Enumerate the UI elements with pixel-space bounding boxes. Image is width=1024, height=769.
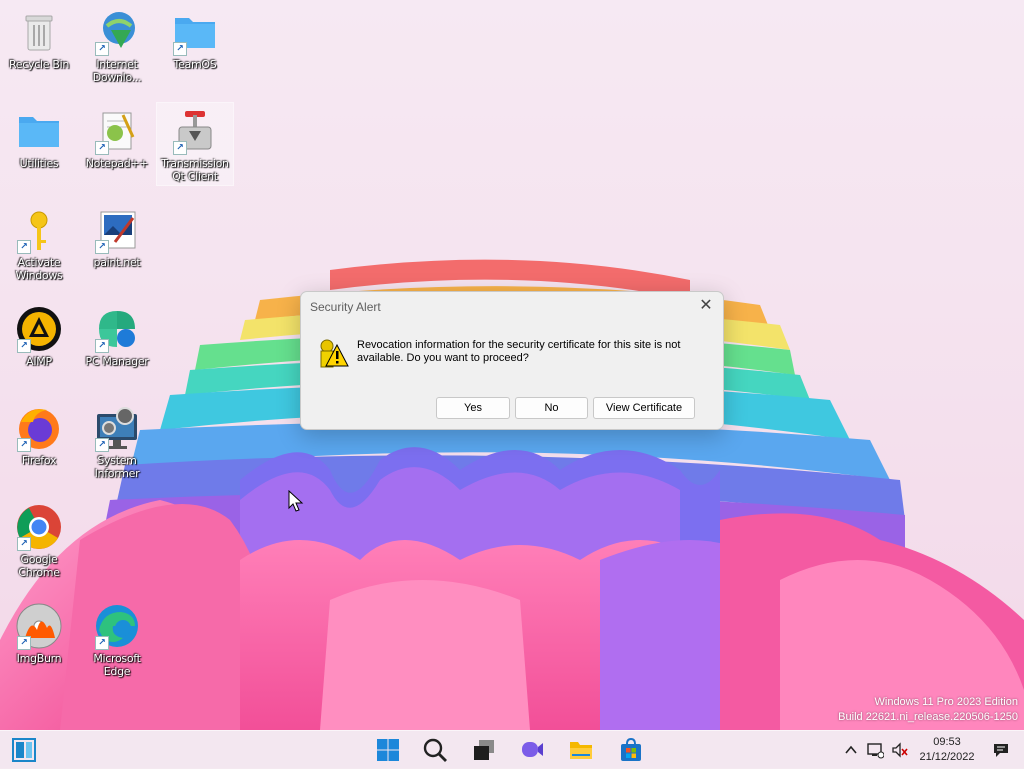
- shortcut-arrow-icon: ↗: [17, 537, 31, 551]
- notification-center-button[interactable]: [992, 741, 1010, 759]
- yes-button[interactable]: Yes: [436, 397, 510, 419]
- desktop-icon-recycle-bin[interactable]: Recycle Bin: [4, 4, 74, 71]
- chevron-up-icon: [845, 745, 857, 754]
- desktop-icon-label: System Informer: [94, 454, 140, 480]
- widgets-icon: [12, 738, 36, 762]
- shortcut-arrow-icon: ↗: [95, 141, 109, 155]
- desktop-icon-label: Notepad++: [85, 157, 149, 170]
- shortcut-arrow-icon: ↗: [95, 438, 109, 452]
- dialog-title: Security Alert: [310, 300, 381, 314]
- task-view-icon: [474, 740, 494, 760]
- desktop-icon-label: PC Manager: [85, 355, 149, 368]
- desktop-icon-label: Internet Downlo...: [92, 58, 142, 84]
- desktop-icon-paint-net[interactable]: ↗ paint.net: [82, 202, 152, 269]
- desktop-icon-label: paint.net: [93, 256, 141, 269]
- start-button[interactable]: [375, 737, 401, 763]
- task-view-button[interactable]: [471, 737, 497, 763]
- shortcut-arrow-icon: ↗: [173, 141, 187, 155]
- notifications-icon: [994, 744, 1008, 757]
- shortcut-arrow-icon: ↗: [17, 636, 31, 650]
- desktop-icon-google-chrome[interactable]: ↗ Google Chrome: [4, 499, 74, 579]
- show-hidden-icons-button[interactable]: [842, 741, 860, 759]
- close-button[interactable]: ✕: [695, 296, 717, 318]
- desktop-icon-firefox[interactable]: ↗ Firefox: [4, 400, 74, 467]
- start-icon: [377, 739, 399, 761]
- file-explorer-icon: [570, 742, 592, 759]
- watermark-edition: Windows 11 Pro 2023 Edition: [874, 696, 1019, 708]
- dialog-message: Revocation information for the security …: [357, 339, 681, 364]
- volume-muted-icon: [892, 742, 908, 758]
- shortcut-arrow-icon: ↗: [95, 339, 109, 353]
- desktop-icon-label: Microsoft Edge: [93, 652, 141, 678]
- close-icon: ✕: [699, 297, 713, 314]
- desktop-icon-utilities[interactable]: Utilities: [4, 103, 74, 170]
- desktop-icon-label: AIMP: [26, 355, 52, 368]
- network-icon: [867, 743, 884, 759]
- shortcut-arrow-icon: ↗: [95, 636, 109, 650]
- watermark-build: Build 22621.ni_release.220506-1250: [838, 711, 1018, 723]
- desktop-icon-aimp[interactable]: ↗ AIMP: [4, 301, 74, 368]
- taskbar: 09:53 21/12/2022: [0, 730, 1024, 769]
- desktop-icon-label: Utilities: [19, 157, 59, 170]
- search-button[interactable]: [422, 737, 448, 763]
- desktop-icon-pc-manager[interactable]: ↗ PC Manager: [82, 301, 152, 368]
- chat-icon: [522, 742, 543, 757]
- shortcut-arrow-icon: ↗: [17, 240, 31, 254]
- shortcut-arrow-icon: ↗: [173, 42, 187, 56]
- store-icon: [621, 737, 641, 761]
- view-certificate-button[interactable]: View Certificate: [593, 397, 695, 419]
- shortcut-arrow-icon: ↗: [95, 240, 109, 254]
- desktop-icon-label: ImgBurn: [16, 652, 62, 665]
- windows-edition-watermark: Windows 11 Pro 2023 Edition Build 22621.…: [838, 695, 1018, 725]
- desktop-icon-teamos[interactable]: ↗ TeamOS: [160, 4, 230, 71]
- security-alert-dialog: Security Alert ✕ Revocation information …: [300, 291, 724, 430]
- desktop-icon-imgburn[interactable]: ↗ ImgBurn: [4, 598, 74, 665]
- shortcut-arrow-icon: ↗: [17, 438, 31, 452]
- desktop-icon-transmission[interactable]: ↗ Transmission Qt Client: [156, 102, 234, 186]
- desktop-icon-activate-windows[interactable]: ↗ Activate Windows: [4, 202, 74, 282]
- system-clock[interactable]: 09:53 21/12/2022: [916, 735, 978, 765]
- desktop-icon-label: Recycle Bin: [8, 58, 70, 71]
- desktop-icon-label: TeamOS: [173, 58, 217, 71]
- shortcut-arrow-icon: ↗: [17, 339, 31, 353]
- desktop-icon-notepad-plus-plus[interactable]: ↗ Notepad++: [82, 103, 152, 170]
- network-button[interactable]: [866, 741, 884, 759]
- clock-date: 21/12/2022: [919, 751, 975, 763]
- chat-button[interactable]: [519, 737, 545, 763]
- clock-time: 09:53: [933, 736, 961, 748]
- desktop-icon-label: Transmission Qt Client: [161, 157, 229, 183]
- desktop-icon-internet-download-manager[interactable]: ↗ Internet Downlo...: [82, 4, 152, 84]
- desktop-icon-label: Google Chrome: [18, 553, 60, 579]
- desktop-icon-label: Activate Windows: [15, 256, 63, 282]
- store-button[interactable]: [618, 737, 644, 763]
- security-warning-icon: [320, 339, 349, 368]
- recycle-bin-icon: [25, 15, 53, 51]
- search-icon: [423, 738, 447, 762]
- widgets-button[interactable]: [11, 737, 37, 763]
- folder-icon: [19, 117, 59, 147]
- desktop-icon-label: Firefox: [21, 454, 57, 467]
- desktop-icon-system-informer[interactable]: ↗ System Informer: [82, 400, 152, 480]
- mouse-cursor-icon: [288, 490, 304, 512]
- no-button[interactable]: No: [515, 397, 588, 419]
- shortcut-arrow-icon: ↗: [95, 42, 109, 56]
- volume-button[interactable]: [891, 741, 909, 759]
- file-explorer-button[interactable]: [568, 737, 594, 763]
- desktop-icon-microsoft-edge[interactable]: ↗ Microsoft Edge: [82, 598, 152, 678]
